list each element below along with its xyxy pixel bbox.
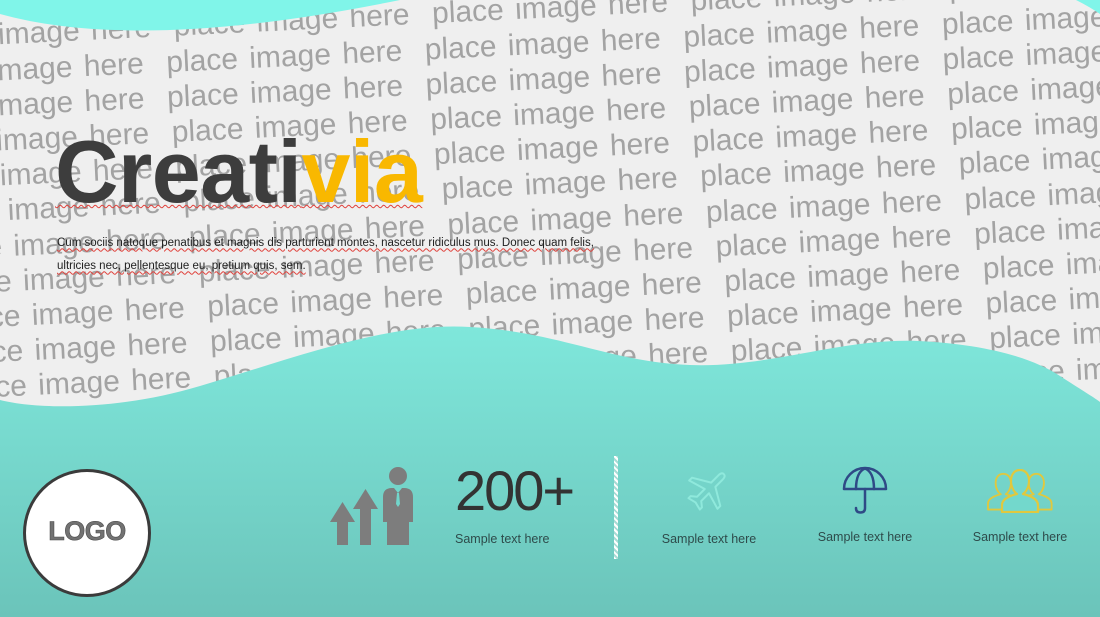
feature-caption: Sample text here bbox=[661, 532, 757, 546]
logo-placeholder: LOGO bbox=[23, 469, 151, 597]
logo-label: LOGO bbox=[48, 515, 127, 546]
stat-caption: Sample text here bbox=[455, 532, 550, 546]
brand-title: Creativia bbox=[55, 128, 423, 216]
umbrella-icon bbox=[842, 466, 888, 514]
airplane-icon bbox=[687, 472, 726, 511]
brand-title-dark-part: Creati bbox=[55, 122, 302, 221]
section-divider bbox=[614, 456, 618, 559]
intro-paragraph: Cum sociis natoque penatibus et magnis d… bbox=[57, 232, 697, 278]
feature-caption: Sample text here bbox=[972, 530, 1068, 544]
growth-arrows-person-icon bbox=[330, 467, 413, 545]
decorative-waves bbox=[0, 0, 1100, 617]
intro-paragraph-line: Cum sociis natoque penatibus et magnis d… bbox=[57, 236, 594, 249]
brand-title-accent-part: via bbox=[301, 122, 423, 221]
intro-paragraph-line: ultricies nec, pellentesque eu, pretium … bbox=[57, 259, 306, 272]
feature-caption: Sample text here bbox=[817, 530, 913, 544]
feature-team: Sample text here bbox=[950, 469, 1090, 545]
top-right-wave bbox=[1076, 0, 1100, 14]
stat-value: 200+ bbox=[455, 458, 575, 522]
feature-insurance: Sample text here bbox=[795, 466, 935, 545]
people-group-icon bbox=[987, 469, 1053, 513]
top-left-wave bbox=[0, 0, 400, 31]
feature-travel: Sample text here bbox=[639, 465, 779, 547]
